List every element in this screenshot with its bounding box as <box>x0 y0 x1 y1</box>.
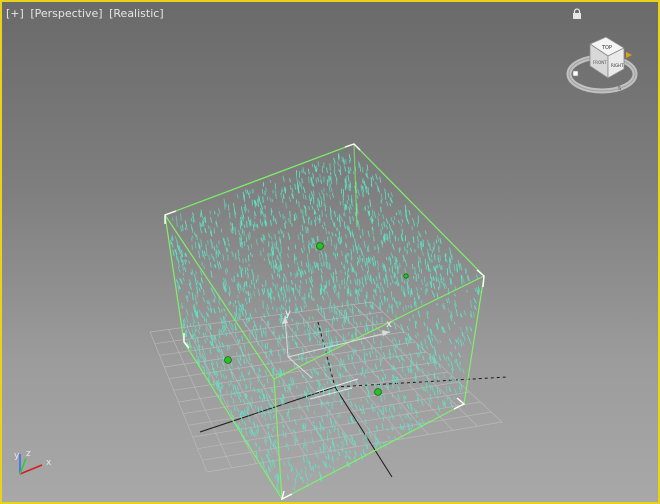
gizmo-x-label: x <box>386 319 392 330</box>
world-axis-lines <box>199 321 508 478</box>
perspective-viewport[interactable]: [+] [Perspective] [Realistic] x y TOP FR… <box>0 0 660 504</box>
bounding-box <box>164 143 486 500</box>
viewcube-icon[interactable]: TOP FRONT RIGHT S <box>566 34 638 98</box>
viewcube-arrow-icon[interactable] <box>626 52 632 58</box>
scene-canvas[interactable]: x y <box>2 2 658 502</box>
viewcube-right-label: RIGHT <box>611 63 624 68</box>
gizmo-y-label: y <box>285 308 291 319</box>
tripod-x-label: x <box>46 458 52 468</box>
viewcube-top-label: TOP <box>601 45 612 51</box>
lock-icon[interactable] <box>572 8 582 20</box>
tripod-z-label: z <box>26 449 31 459</box>
tripod-y-label: y <box>14 451 20 461</box>
viewcube-home-icon[interactable] <box>572 70 579 77</box>
viewcube-front-label: FRONT <box>593 60 607 65</box>
axis-tripod-icon: x y z <box>14 449 52 475</box>
viewcube-compass-s: S <box>618 86 621 92</box>
